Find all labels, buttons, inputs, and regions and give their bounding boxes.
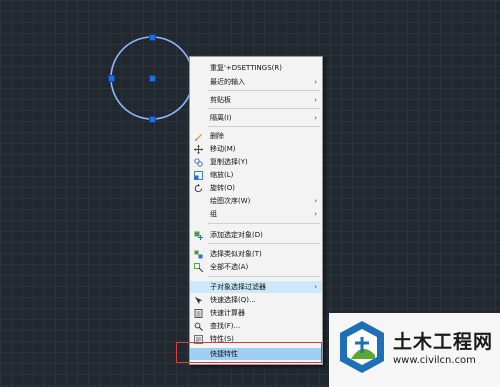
watermark: 土木工程网 www.civilcn.com — [329, 313, 500, 387]
menu-separator — [208, 276, 320, 277]
menu-item-label: 重复'+DSETTINGS(R) — [210, 64, 282, 72]
civilcn-logo-icon — [340, 321, 384, 373]
menu-separator — [208, 90, 320, 91]
menu-item-draw-order[interactable]: 绘图次序(W) › — [190, 195, 322, 207]
select-similar-icon — [194, 250, 203, 259]
menu-item-clipboard[interactable]: 剪贴板 › — [190, 94, 322, 106]
move-icon — [194, 145, 203, 154]
menu-item-label: 全部不选(A) — [210, 263, 249, 271]
menu-item-label: 快速计算器 — [210, 309, 245, 317]
grip-left[interactable] — [108, 75, 115, 82]
menu-item-label: 查找(F)... — [210, 322, 241, 330]
submenu-arrow-icon: › — [314, 197, 317, 205]
submenu-arrow-icon: › — [314, 96, 317, 104]
menu-item-label: 剪贴板 — [210, 96, 231, 104]
submenu-arrow-icon: › — [314, 78, 317, 86]
menu-item-label: 移动(M) — [210, 145, 236, 153]
eraser-icon — [195, 134, 202, 141]
menu-item-add-selected[interactable]: 添加选定对象(D) — [190, 229, 322, 241]
menu-item-subobject-filter[interactable]: 子对象选择过滤器 › — [190, 281, 322, 293]
submenu-arrow-icon: › — [314, 283, 317, 291]
submenu-arrow-icon: › — [314, 114, 317, 122]
menu-item-label: 组 — [210, 210, 217, 218]
calculator-icon — [194, 309, 203, 318]
menu-item-rotate[interactable]: 旋转(O) — [190, 182, 322, 194]
menu-item-label: 添加选定对象(D) — [210, 231, 263, 239]
menu-item-isolate[interactable]: 隔离(I) › — [190, 112, 322, 124]
deselect-all-icon — [194, 263, 203, 272]
context-menu: 重复'+DSETTINGS(R) 最近的输入 › 剪贴板 › 隔离(I) › 删… — [189, 56, 323, 365]
menu-separator — [208, 108, 320, 109]
menu-item-find[interactable]: 查找(F)... — [190, 320, 322, 332]
menu-item-copy-selection[interactable]: 复制选择(Y) — [190, 156, 322, 168]
menu-item-recent-input[interactable]: 最近的输入 › — [190, 76, 322, 88]
menu-item-label: 绘图次序(W) — [210, 197, 251, 205]
menu-item-label: 选择类似对象(T) — [210, 250, 262, 258]
menu-item-label: 隔离(I) — [210, 114, 232, 122]
menu-item-repeat-dsettings[interactable]: 重复'+DSETTINGS(R) — [190, 62, 322, 74]
menu-item-label: 最近的输入 — [210, 78, 245, 86]
scale-icon — [194, 171, 203, 180]
menu-item-label: 删除 — [210, 132, 224, 140]
add-selected-icon — [194, 231, 203, 240]
grip-top[interactable] — [149, 34, 156, 41]
menu-item-deselect-all[interactable]: 全部不选(A) — [190, 261, 322, 273]
menu-item-label: 旋转(O) — [210, 184, 235, 192]
menu-item-quick-select[interactable]: 快速选择(Q)... — [190, 294, 322, 306]
quick-select-icon — [195, 297, 203, 304]
menu-item-quick-calc[interactable]: 快速计算器 — [190, 307, 322, 319]
watermark-title: 土木工程网 — [393, 331, 494, 353]
menu-item-label: 缩放(L) — [210, 171, 234, 179]
menu-separator — [208, 223, 320, 224]
menu-item-scale[interactable]: 缩放(L) — [190, 169, 322, 181]
menu-item-select-similar[interactable]: 选择类似对象(T) — [190, 248, 322, 260]
grip-center[interactable] — [149, 75, 156, 82]
menu-item-erase[interactable]: 删除 — [190, 130, 322, 142]
menu-item-label: 快速选择(Q)... — [210, 296, 256, 304]
grip-bottom[interactable] — [149, 116, 156, 123]
menu-item-label: 复制选择(Y) — [210, 158, 248, 166]
menu-item-move[interactable]: 移动(M) — [190, 143, 322, 155]
find-icon — [194, 322, 203, 331]
menu-separator — [208, 126, 320, 127]
copy-icon — [194, 158, 203, 167]
rotate-icon — [194, 184, 203, 193]
menu-item-label: 子对象选择过滤器 — [210, 283, 266, 291]
callout-highlight-box — [176, 342, 322, 363]
watermark-url: www.civilcn.com — [393, 355, 476, 366]
menu-separator — [208, 243, 320, 244]
submenu-arrow-icon: › — [314, 210, 317, 218]
menu-item-group[interactable]: 组 › — [190, 208, 322, 220]
